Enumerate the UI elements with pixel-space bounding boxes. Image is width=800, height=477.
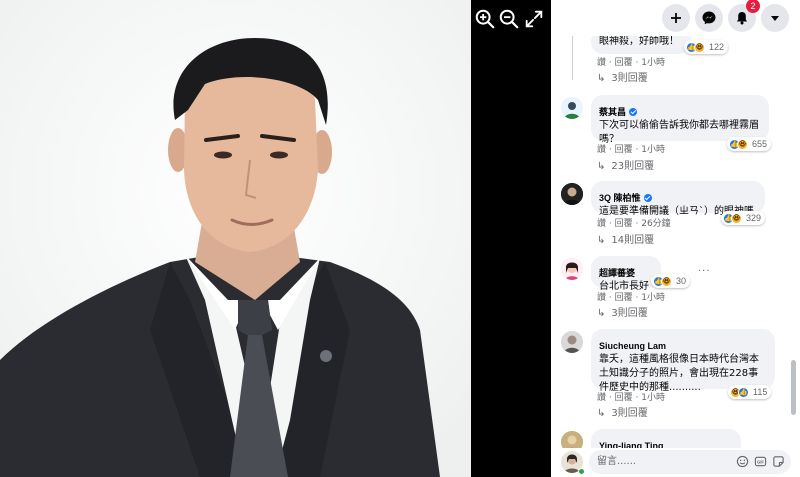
avatar[interactable]	[561, 331, 583, 353]
expand-icon[interactable]	[523, 8, 545, 30]
photo-viewer	[0, 0, 551, 477]
comment-text: 眼神殺，好帥哦！	[599, 36, 679, 47]
view-replies-link[interactable]: ↳ 3則回覆	[597, 407, 648, 421]
comments-panel: 2 眼神殺，好帥哦！ 👍 😆 122 讚 · 回覆 · 1小時 ↳ 3則回覆 蔡…	[551, 0, 800, 477]
like-link[interactable]: 讚	[597, 144, 606, 156]
view-replies-link[interactable]: ↳ 14則回覆	[597, 234, 654, 248]
timestamp[interactable]: 26分鐘	[641, 218, 670, 230]
replies-count: 3則回覆	[611, 73, 648, 84]
timestamp[interactable]: 1小時	[641, 392, 665, 404]
comment-actions: 讚 · 回覆 · 1小時	[597, 392, 665, 404]
avatar[interactable]	[561, 97, 583, 119]
replies-count: 23則回覆	[611, 161, 655, 172]
bell-icon	[737, 12, 747, 25]
comment-actions: 讚 · 回覆 · 26分鐘	[597, 218, 671, 230]
like-link[interactable]: 讚	[597, 392, 606, 404]
avatar[interactable]	[561, 183, 583, 205]
comment-author[interactable]: Siucheung Lam	[599, 340, 666, 352]
messenger-button[interactable]	[695, 4, 723, 32]
verified-badge-icon	[643, 194, 652, 202]
portrait-image	[0, 0, 471, 477]
reply-link[interactable]: 回覆	[615, 392, 633, 404]
smile-icon[interactable]	[736, 455, 749, 468]
reaction-count: 122	[709, 42, 725, 52]
replies-count: 3則回覆	[611, 308, 648, 319]
like-reaction-icon: 👍	[738, 386, 749, 398]
caret-down-icon	[771, 16, 779, 21]
reply-link[interactable]: 回覆	[615, 292, 633, 304]
replies-count: 14則回覆	[611, 235, 655, 246]
comment-actions: 讚 · 回覆 · 1小時	[597, 57, 665, 69]
reply-arrow-icon: ↳	[597, 235, 606, 246]
reaction-summary[interactable]: 👍 😆 655	[727, 137, 772, 151]
notifications-button[interactable]: 2	[728, 0, 760, 32]
comment-author[interactable]: 蔡其昌	[599, 106, 638, 118]
reaction-summary[interactable]: 👍 😆 329	[721, 211, 766, 225]
view-replies-link[interactable]: ↳ 3則回覆	[597, 307, 648, 321]
reply-link[interactable]: 回覆	[615, 218, 633, 230]
comment-input[interactable]: 留言...... GIF	[589, 450, 791, 474]
reply-arrow-icon: ↳	[597, 161, 606, 172]
haha-reaction-icon: 😆	[737, 138, 748, 150]
svg-text:GIF: GIF	[757, 460, 764, 465]
verified-badge-icon	[629, 108, 638, 116]
reply-arrow-icon: ↳	[597, 308, 606, 319]
reaction-count: 329	[746, 213, 762, 223]
comment-bubble: 蔡其昌 下次可以偷偷告訴我你都去哪裡霧眉嗎？	[591, 95, 769, 145]
more-options-icon[interactable]: ···	[698, 266, 711, 277]
gif-icon[interactable]: GIF	[754, 455, 767, 468]
replies-count: 3則回覆	[611, 408, 648, 419]
comment-input-placeholder: 留言......	[597, 456, 637, 467]
comment-author[interactable]: 3Q 陳柏惟	[599, 192, 652, 204]
reply-link[interactable]: 回覆	[615, 144, 633, 156]
comment-actions: 讚 · 回覆 · 1小時	[597, 292, 665, 304]
zoom-in-icon[interactable]	[474, 8, 496, 30]
comment-bubble: Siucheung Lam 靠夭，這種風格很像日本時代台灣本土知識分子的照片，會…	[591, 329, 775, 393]
like-link[interactable]: 讚	[597, 57, 606, 69]
reaction-summary[interactable]: 👍 😆 30	[651, 274, 691, 288]
reply-arrow-icon: ↳	[597, 408, 606, 419]
view-replies-link[interactable]: ↳ 3則回覆	[597, 72, 648, 86]
comment-composer: 留言...... GIF	[551, 448, 800, 477]
timestamp[interactable]: 1小時	[641, 292, 665, 304]
reaction-summary[interactable]: 👍 😆 122	[684, 40, 729, 54]
haha-reaction-icon: 😆	[661, 275, 672, 287]
timestamp[interactable]: 1小時	[641, 57, 665, 69]
view-replies-link[interactable]: ↳ 23則回覆	[597, 160, 654, 174]
create-button[interactable]	[662, 4, 690, 32]
like-link[interactable]: 讚	[597, 218, 606, 230]
comment-author[interactable]: 超譯蕃婆	[599, 267, 635, 279]
like-link[interactable]: 讚	[597, 292, 606, 304]
reaction-summary[interactable]: 😆 👍 115	[728, 385, 772, 399]
comment-bubble: 3Q 陳柏惟 這是要準備開議（ㄓㄢˋ）的眼神嗎	[591, 181, 765, 217]
photo[interactable]	[0, 0, 471, 477]
timestamp[interactable]: 1小時	[641, 144, 665, 156]
haha-reaction-icon: 😆	[694, 41, 705, 53]
comment-list: 眼神殺，好帥哦！ 👍😆 122 讚 · 回覆 · 1小時 ↳ 3則回覆 蔡其昌	[551, 0, 800, 459]
reaction-count: 655	[752, 139, 768, 149]
reply-arrow-icon: ↳	[597, 73, 606, 84]
reply-link[interactable]: 回覆	[615, 57, 633, 69]
top-bar: 2	[551, 0, 800, 36]
avatar[interactable]	[561, 258, 583, 280]
zoom-out-icon[interactable]	[498, 8, 520, 30]
account-menu-button[interactable]	[761, 4, 789, 32]
sticker-icon[interactable]	[772, 455, 785, 468]
haha-reaction-icon: 😆	[731, 212, 742, 224]
messenger-icon	[702, 11, 716, 25]
reaction-count: 30	[676, 276, 687, 286]
online-status-dot	[578, 468, 585, 475]
reaction-count: 115	[753, 387, 768, 397]
notification-count-badge: 2	[746, 0, 760, 13]
plus-icon	[671, 13, 681, 23]
comment-actions: 讚 · 回覆 · 1小時	[597, 144, 665, 156]
scrollbar[interactable]	[791, 360, 796, 415]
